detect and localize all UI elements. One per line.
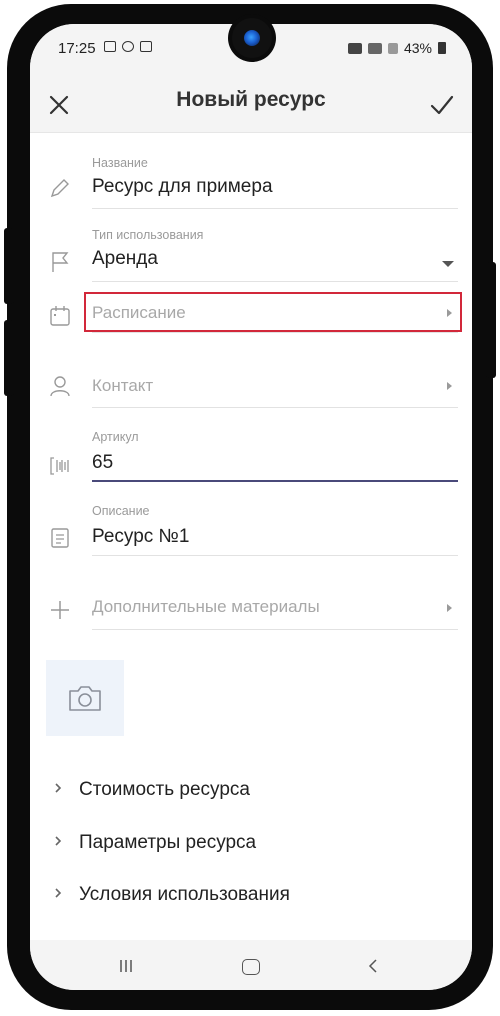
description-field[interactable]: Описание Ресурс №1 — [30, 500, 472, 576]
name-field[interactable]: Название Ресурс для примера — [30, 132, 472, 209]
side-button — [486, 262, 496, 378]
usage-type-value: Аренда — [92, 248, 158, 269]
plus-icon — [51, 601, 69, 619]
section-conditions[interactable]: Условия использования — [30, 879, 472, 909]
extras-placeholder: Дополнительные материалы — [92, 597, 320, 616]
chevron-right-icon — [447, 382, 452, 390]
add-photo-button[interactable] — [46, 660, 124, 736]
recent-apps-icon[interactable] — [118, 958, 134, 974]
description-value: Ресурс №1 — [92, 526, 190, 547]
schedule-highlight-box — [84, 292, 462, 332]
gallery-icon — [104, 41, 116, 52]
page-title: Новый ресурс — [176, 88, 326, 111]
check-icon[interactable] — [430, 94, 454, 116]
mute-icon — [347, 42, 362, 54]
side-button — [4, 320, 14, 396]
usage-type-label: Тип использования — [92, 228, 204, 242]
app-screen: 17:25 43% Новый ресурс Название Ресурс д… — [30, 24, 472, 990]
status-notification-icons — [104, 41, 152, 52]
article-underline — [92, 480, 458, 482]
camera-icon — [69, 686, 101, 711]
usage-type-field[interactable]: Тип использования Аренда — [30, 206, 472, 284]
contact-underline — [92, 407, 458, 408]
battery-icon — [438, 42, 446, 54]
system-nav-bar — [30, 940, 472, 990]
chevron-right-icon — [55, 783, 62, 793]
name-label: Название — [92, 156, 148, 170]
app-icon — [140, 41, 152, 52]
dropdown-caret-icon[interactable] — [442, 261, 454, 267]
back-icon[interactable] — [368, 959, 378, 973]
section-label: Условия использования — [79, 884, 290, 905]
schedule-underline — [92, 332, 458, 333]
app-bar: Новый ресурс — [30, 68, 472, 133]
section-parameters[interactable]: Параметры ресурса — [30, 827, 472, 857]
chevron-right-icon — [447, 604, 452, 612]
status-right: 43% — [347, 40, 446, 56]
pencil-icon — [50, 179, 69, 198]
battery-percent: 43% — [403, 40, 432, 56]
barcode-icon — [50, 457, 69, 475]
calendar-icon — [50, 306, 70, 326]
home-icon[interactable] — [242, 959, 260, 975]
status-time: 17:25 — [58, 40, 96, 57]
article-label: Артикул — [92, 430, 139, 444]
description-underline — [92, 555, 458, 556]
article-field[interactable]: Артикул 65 — [30, 420, 472, 500]
section-label: Стоимость ресурса — [79, 779, 250, 800]
section-label: Параметры ресурса — [79, 832, 257, 853]
name-value: Ресурс для примера — [92, 176, 273, 197]
section-cost[interactable]: Стоимость ресурса — [30, 774, 472, 804]
contact-placeholder: Контакт — [92, 376, 154, 395]
document-icon — [51, 528, 69, 548]
chevron-right-icon — [55, 888, 62, 898]
signal-icon — [387, 42, 398, 54]
article-input[interactable]: 65 — [92, 452, 113, 474]
usage-type-underline — [92, 281, 458, 282]
search-icon — [122, 41, 134, 52]
wifi-icon — [367, 42, 382, 54]
flag-icon — [52, 252, 69, 272]
chevron-right-icon — [55, 836, 62, 846]
extras-underline — [92, 629, 458, 630]
description-label: Описание — [92, 504, 150, 518]
camera-lens — [244, 30, 260, 46]
extras-field[interactable]: Дополнительные материалы — [30, 576, 472, 650]
side-button — [4, 228, 14, 304]
person-icon — [50, 376, 70, 397]
front-camera — [232, 18, 272, 58]
